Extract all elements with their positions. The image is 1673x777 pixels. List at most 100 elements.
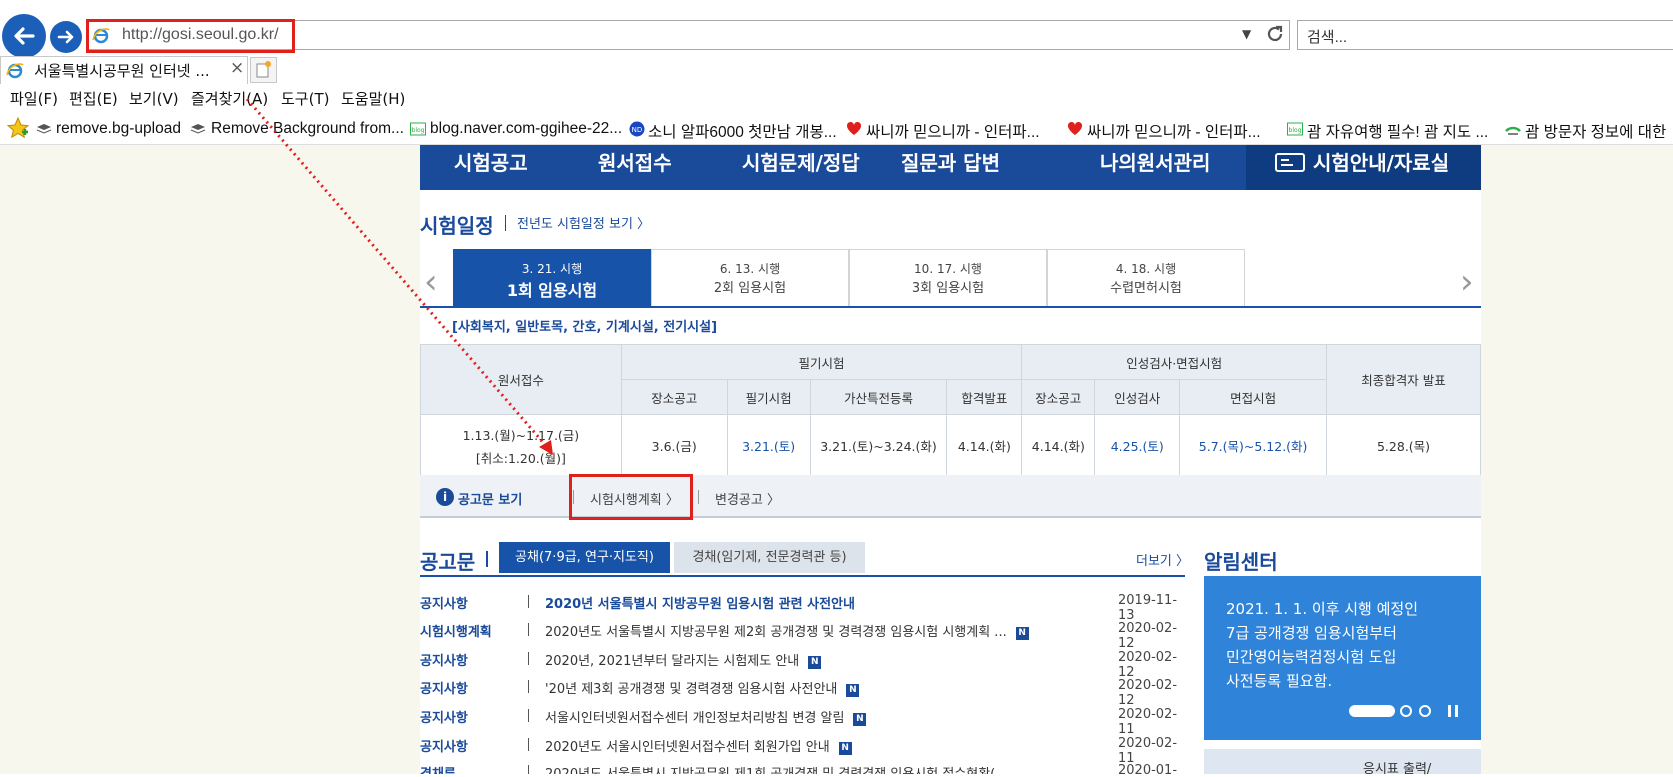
list-item-title-wrap[interactable]: 서울시인터넷원서접수센터 개인정보처리방침 변경 알림 N bbox=[545, 707, 867, 726]
schedule-tab-3[interactable]: 10. 17. 시행 3회 임용시험 bbox=[849, 249, 1047, 307]
nd-icon: ND bbox=[629, 121, 645, 137]
divider bbox=[528, 623, 529, 636]
favorite-item[interactable]: 싸니까 믿으니까 - 인터파... bbox=[1087, 120, 1261, 142]
menu-file[interactable]: 파일(F) bbox=[10, 88, 58, 109]
leaf-icon bbox=[1505, 126, 1521, 135]
list-item[interactable]: 공지사항 '20년 제3회 공개경쟁 및 경력경쟁 임용시험 사전안내 N 202… bbox=[420, 678, 1185, 708]
table-cell: 4.25.(토) bbox=[1094, 414, 1181, 477]
pause-icon[interactable] bbox=[1455, 705, 1458, 717]
slide-dot[interactable] bbox=[1400, 705, 1412, 717]
list-item-title[interactable]: 2020년, 2021년부터 달라지는 시험제도 안내 bbox=[545, 654, 799, 669]
favorite-item[interactable]: remove.bg-upload bbox=[56, 120, 181, 138]
new-badge: N bbox=[846, 684, 860, 697]
nav-exam-notice[interactable]: 시험공고 bbox=[454, 147, 528, 176]
schedule-tab-2[interactable]: 6. 13. 시행 2회 임용시험 bbox=[651, 249, 849, 307]
divider bbox=[528, 680, 529, 693]
back-button[interactable] bbox=[2, 14, 46, 58]
nav-exam-info[interactable]: 시험안내/자료실 bbox=[1313, 147, 1449, 176]
slider-controls bbox=[1349, 705, 1458, 717]
svg-text:ND: ND bbox=[632, 126, 643, 134]
list-item-title-wrap[interactable]: '20년 제3회 공개경쟁 및 경력경쟁 임용시험 사전안내 N bbox=[545, 678, 860, 697]
list-item-title-wrap[interactable]: 2020년도 서울특별시 지방공무원 제2회 공개경쟁 및 경력경쟁 임용시험 … bbox=[545, 621, 1029, 640]
menu-edit[interactable]: 편집(E) bbox=[69, 88, 118, 109]
pause-icon[interactable] bbox=[1448, 705, 1451, 717]
tab-open-recruitment[interactable]: 공채(7·9급, 연구·지도직) bbox=[499, 542, 670, 573]
notice-label: 공고문 보기 bbox=[458, 493, 523, 508]
menu-help[interactable]: 도움말(H) bbox=[341, 88, 405, 109]
refresh-icon[interactable] bbox=[1264, 23, 1286, 45]
schedule-divider bbox=[420, 306, 1481, 308]
info-board-icon bbox=[1275, 153, 1305, 172]
favorite-item[interactable]: 괌 방문자 정보에 대한 bbox=[1525, 120, 1666, 142]
nav-exam-answers[interactable]: 시험문제/정답 bbox=[742, 147, 860, 176]
svg-text:blog: blog bbox=[1289, 127, 1302, 134]
slide-indicator-active[interactable] bbox=[1349, 705, 1395, 717]
favorite-item[interactable]: 소니 알파6000 첫만남 개봉... bbox=[648, 120, 837, 142]
nav-qna[interactable]: 질문과 답변 bbox=[901, 147, 1000, 176]
schedule-tab-date: 10. 17. 시행 bbox=[914, 262, 982, 276]
change-notice-link[interactable]: 변경공고 〉 bbox=[715, 489, 780, 508]
tab-career-recruitment[interactable]: 경채(임기제, 전문경력관 등) bbox=[674, 542, 865, 573]
menu-tools[interactable]: 도구(T) bbox=[281, 88, 329, 109]
list-item[interactable]: 공지사항 2020년도 서울시인터넷원서접수센터 회원가입 안내 N 2020-0… bbox=[420, 736, 1185, 766]
chevron-down-icon[interactable]: ▼ bbox=[1242, 27, 1251, 41]
header-sub: 가산특전등록 bbox=[809, 379, 948, 415]
new-badge: N bbox=[808, 656, 822, 669]
schedule-table: 원서접수 필기시험 인성검사·면접시험 최종합격자 발표 장소공고 필기시험 가… bbox=[420, 344, 1481, 477]
announcements-title: 공고문 bbox=[420, 550, 476, 574]
blog-icon: blog bbox=[410, 122, 426, 136]
list-item-title-wrap[interactable]: 2020년, 2021년부터 달라지는 시험제도 안내 N bbox=[545, 650, 822, 669]
favorite-item[interactable]: 싸니까 믿으니까 - 인터파... bbox=[866, 120, 1040, 142]
list-item-title[interactable]: 2020년도 서울시인터넷원서접수센터 회원가입 안내 bbox=[545, 740, 830, 755]
list-item[interactable]: 시험시행계획 2020년도 서울특별시 지방공무원 제2회 공개경쟁 및 경력경… bbox=[420, 621, 1185, 651]
favorite-item[interactable]: Remove Background from... bbox=[211, 120, 404, 138]
list-item-title[interactable]: 2020년도 서울특별시 지방공무원 제2회 공개경쟁 및 경력경쟁 임용시험 … bbox=[545, 625, 1007, 640]
url-highlight-box bbox=[86, 19, 295, 53]
favorites-star-icon[interactable] bbox=[6, 117, 30, 139]
list-item-date: 2020-02-12 bbox=[1118, 650, 1178, 680]
prev-year-schedule-link[interactable]: 전년도 시험일정 보기 〉 bbox=[517, 213, 650, 232]
close-icon[interactable]: × bbox=[230, 58, 244, 78]
schedule-tab-4[interactable]: 4. 18. 시행 수렵면허시험 bbox=[1047, 249, 1245, 307]
more-link[interactable]: 더보기 〉 bbox=[1136, 550, 1189, 569]
menu-view[interactable]: 보기(V) bbox=[129, 88, 179, 109]
schedule-tab-1[interactable]: 3. 21. 시행 1회 임용시험 bbox=[453, 249, 651, 307]
list-item-category: 공지사항 bbox=[420, 654, 468, 669]
list-item-date: 2020-02-12 bbox=[1118, 621, 1178, 651]
schedule-tab-name: 3회 임용시험 bbox=[911, 281, 985, 296]
list-item[interactable]: 공지사항 2020년, 2021년부터 달라지는 시험제도 안내 N 2020-0… bbox=[420, 650, 1185, 680]
new-tab-icon bbox=[256, 61, 271, 78]
forward-button[interactable] bbox=[50, 21, 82, 53]
divider bbox=[528, 652, 529, 665]
list-item[interactable]: 경채류 2020년도 서울특별시 지방공무원 제1회 공개경쟁 및 경력경쟁 임… bbox=[420, 763, 1185, 774]
schedule-next-arrow[interactable]: › bbox=[1460, 262, 1474, 302]
nav-my-applications[interactable]: 나의원서관리 bbox=[1100, 147, 1210, 176]
nav-application[interactable]: 원서접수 bbox=[598, 147, 672, 176]
list-item-title[interactable]: 2020년도 서울특별시 지방공무원 제1회 공개경쟁 및 경력경쟁 임용시험 … bbox=[545, 763, 995, 774]
menu-favorites[interactable]: 즐겨찾기(A) bbox=[191, 88, 268, 109]
list-item-title[interactable]: 2020년 서울특별시 지방공무원 임용시험 관련 사전안내 bbox=[545, 593, 855, 612]
search-placeholder[interactable]: 검색... bbox=[1307, 26, 1347, 47]
print-ticket-link[interactable]: 응시표 출력/ bbox=[1363, 758, 1431, 777]
search-input[interactable] bbox=[1297, 20, 1673, 50]
alert-text: 사전등록 필요함. bbox=[1226, 672, 1333, 690]
list-item[interactable]: 공지사항 2020년 서울특별시 지방공무원 임용시험 관련 사전안내 2019… bbox=[420, 593, 1185, 623]
slide-dot[interactable] bbox=[1419, 705, 1431, 717]
header-sub: 면접시험 bbox=[1179, 379, 1328, 415]
list-item-title[interactable]: 서울시인터넷원서접수센터 개인정보처리방침 변경 알림 bbox=[545, 711, 844, 726]
heart-icon bbox=[846, 121, 862, 135]
list-item[interactable]: 공지사항 서울시인터넷원서접수센터 개인정보처리방침 변경 알림 N 2020-0… bbox=[420, 707, 1185, 737]
header-sub: 장소공고 bbox=[1021, 379, 1096, 415]
exam-plan-highlight-box bbox=[569, 474, 693, 520]
schedule-tab-name: 수렵면허시험 bbox=[1110, 281, 1182, 296]
favorite-item[interactable]: blog.naver.com-ggihee-22... bbox=[430, 120, 622, 138]
table-cell: 5.7.(목)~5.12.(화) bbox=[1179, 414, 1328, 477]
list-item-title-wrap[interactable]: 2020년도 서울시인터넷원서접수센터 회원가입 안내 N bbox=[545, 736, 852, 755]
alert-center-title: 알림센터 bbox=[1204, 550, 1278, 574]
schedule-prev-arrow[interactable]: ‹ bbox=[424, 262, 438, 302]
new-tab-button[interactable] bbox=[250, 57, 277, 83]
tab-title[interactable]: 서울특별시공무원 인터넷 ... bbox=[34, 60, 210, 81]
list-item-title[interactable]: '20년 제3회 공개경쟁 및 경력경쟁 임용시험 사전안내 bbox=[545, 682, 837, 697]
favorite-item[interactable]: 괌 자유여행 필수! 괌 지도 ... bbox=[1307, 120, 1488, 142]
schedule-category: [사회복지, 일반토목, 간호, 기계시설, 전기시설] bbox=[452, 320, 718, 335]
